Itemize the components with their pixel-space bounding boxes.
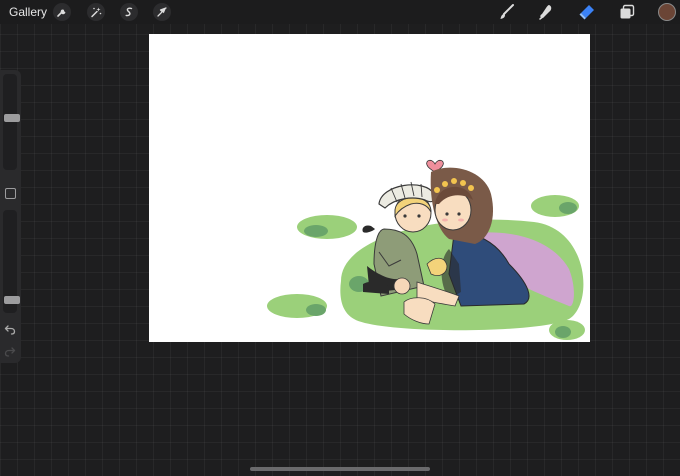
undo-button[interactable] — [3, 322, 17, 336]
transform-button[interactable] — [153, 3, 171, 21]
redo-arrow-icon — [4, 347, 16, 357]
adjustments-button[interactable] — [87, 3, 105, 21]
home-indicator[interactable] — [250, 467, 430, 471]
drawing-canvas[interactable] — [149, 34, 590, 342]
artwork-illustration — [267, 159, 585, 340]
modify-button[interactable] — [5, 188, 16, 199]
cursor-arrow-icon — [157, 7, 167, 17]
actions-button[interactable] — [53, 3, 71, 21]
opacity-slider[interactable] — [3, 210, 20, 313]
brush-size-slider[interactable] — [3, 74, 20, 170]
redo-button[interactable] — [3, 344, 17, 358]
brush-icon — [500, 4, 514, 19]
brush-tool[interactable] — [497, 2, 517, 22]
smudge-tool[interactable] — [536, 2, 556, 22]
gallery-button[interactable]: Gallery — [9, 5, 47, 19]
top-toolbar: Gallery — [0, 0, 680, 24]
selection-s-icon — [125, 7, 133, 17]
brush-size-thumb[interactable] — [4, 114, 20, 122]
wrench-icon — [57, 9, 66, 17]
smudge-icon — [539, 5, 552, 20]
eraser-tool[interactable] — [577, 2, 597, 22]
color-picker-swatch[interactable] — [658, 3, 676, 21]
opacity-thumb[interactable] — [4, 296, 20, 304]
magic-wand-icon — [91, 7, 102, 18]
selection-button[interactable] — [120, 3, 138, 21]
left-sidebar — [0, 70, 21, 363]
layers-tool[interactable] — [617, 2, 637, 22]
layers-icon — [620, 4, 635, 19]
undo-arrow-icon — [4, 325, 16, 335]
eraser-icon — [579, 5, 594, 20]
